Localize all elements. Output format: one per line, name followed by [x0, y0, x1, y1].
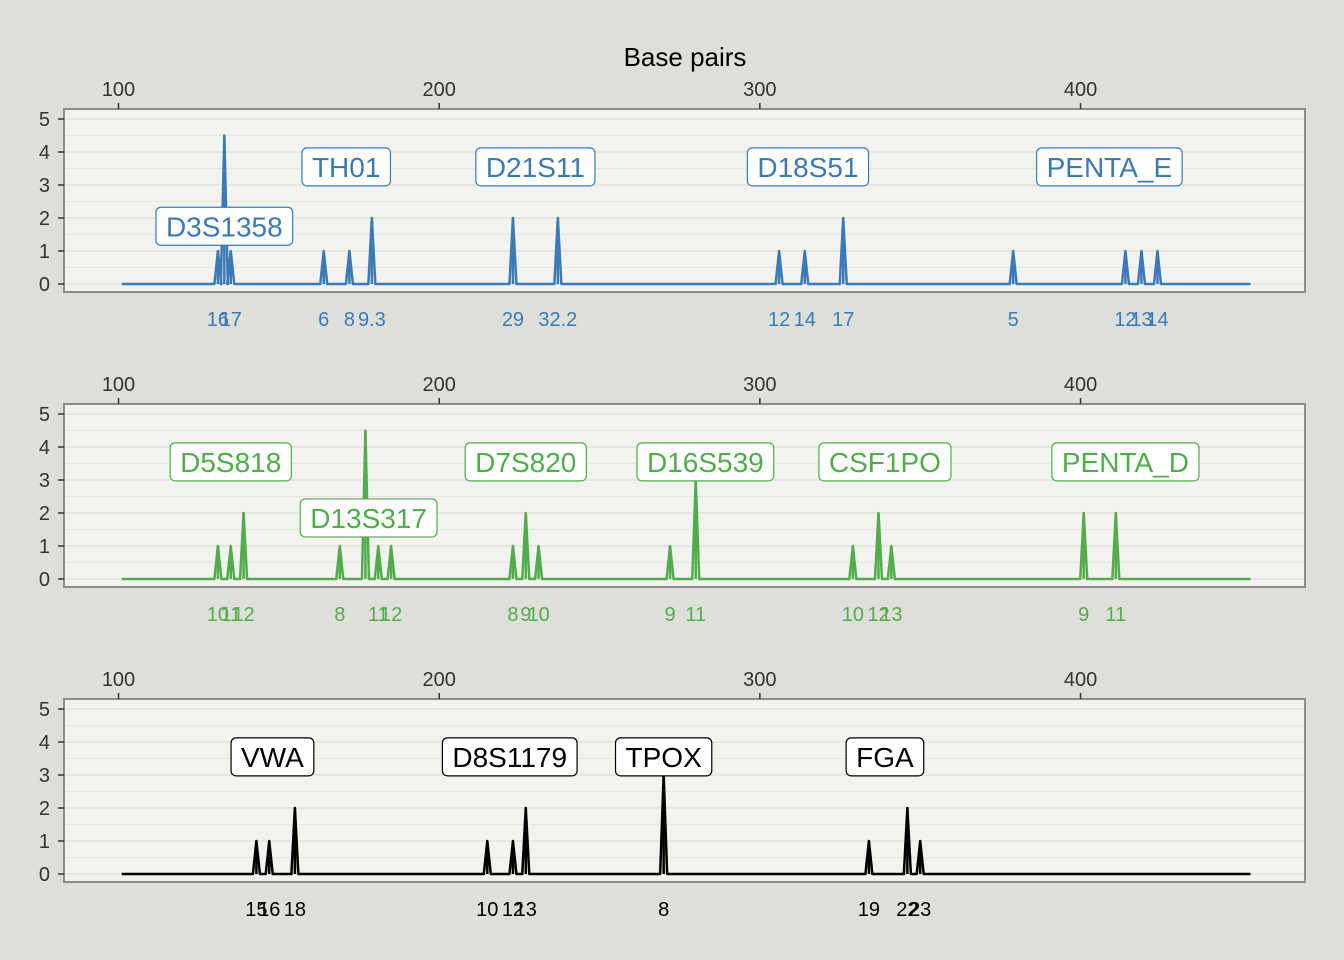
allele-label: 13	[515, 899, 537, 921]
allele-label: 11	[685, 604, 706, 626]
marker-label: D21S11	[475, 147, 596, 187]
marker-label: CSF1PO	[818, 442, 952, 482]
chart-title: Base pairs	[624, 42, 747, 72]
marker-label: PENTA_D	[1051, 442, 1200, 482]
y-tick-label: 5	[39, 699, 50, 721]
allele-label: 13	[880, 604, 902, 626]
marker-label-text: PENTA_D	[1062, 447, 1189, 478]
allele-label: 19	[858, 899, 880, 921]
marker-label-text: D7S820	[475, 447, 576, 478]
marker-label: FGA	[845, 737, 925, 777]
panel-background	[64, 109, 1305, 292]
x-tick-label: 400	[1064, 79, 1097, 101]
panel-2: 100 200 300 400012345101112 8 1112 8 910 9 11 10 12…	[39, 374, 1306, 626]
allele-label: 8	[334, 604, 345, 626]
allele-label: 14	[1146, 309, 1168, 331]
allele-label: 10	[527, 604, 549, 626]
panel-1: 100 200 300 4000123451617 6 8 9.3 29 32.2 12 14 17 5…	[39, 79, 1306, 331]
x-tick-label: 400	[1064, 374, 1097, 396]
y-tick-label: 0	[39, 569, 50, 591]
marker-label: D18S51	[746, 147, 870, 187]
allele-label: 6	[318, 309, 329, 331]
marker-label-text: PENTA_E	[1047, 152, 1173, 183]
panel-background	[64, 699, 1305, 882]
marker-label: D3S1358	[155, 206, 294, 246]
marker-label-text: D16S539	[647, 447, 764, 478]
allele-label: 8	[507, 604, 518, 626]
x-tick-label: 300	[743, 669, 776, 691]
x-tick-label: 200	[422, 79, 455, 101]
allele-label: 16	[258, 899, 280, 921]
marker-label: D13S317	[299, 498, 438, 538]
y-tick-label: 3	[39, 765, 50, 787]
allele-label: 14	[794, 309, 816, 331]
y-tick-label: 4	[39, 437, 50, 459]
allele-label: 32.2	[538, 309, 577, 331]
marker-label-text: TH01	[312, 152, 380, 183]
x-tick-label: 300	[743, 79, 776, 101]
allele-label: 12	[768, 309, 790, 331]
allele-label: 12	[232, 604, 254, 626]
allele-label: 23	[909, 899, 931, 921]
marker-label-text: TPOX	[626, 742, 703, 773]
y-tick-label: 0	[39, 864, 50, 886]
marker-label-text: D3S1358	[166, 211, 283, 242]
marker-label-text: D18S51	[757, 152, 858, 183]
y-tick-label: 2	[39, 503, 50, 525]
marker-label-text: VWA	[241, 742, 304, 773]
marker-label: VWA	[230, 737, 315, 777]
allele-label: 9	[1078, 604, 1089, 626]
allele-label: 11	[1105, 604, 1126, 626]
y-tick-label: 2	[39, 798, 50, 820]
marker-label-text: FGA	[856, 742, 914, 773]
x-tick-label: 300	[743, 374, 776, 396]
x-tick-label: 200	[422, 374, 455, 396]
y-tick-label: 1	[39, 241, 50, 263]
marker-label: D5S818	[169, 442, 292, 482]
marker-label-text: D13S317	[310, 503, 427, 534]
allele-label: 8	[344, 309, 355, 331]
y-tick-label: 4	[39, 732, 50, 754]
y-tick-label: 3	[39, 470, 50, 492]
allele-label: 10	[842, 604, 864, 626]
allele-label: 17	[220, 309, 242, 331]
marker-label: PENTA_E	[1036, 147, 1183, 187]
x-tick-label: 100	[102, 79, 135, 101]
y-tick-label: 5	[39, 404, 50, 426]
allele-label: 9.3	[358, 309, 386, 331]
marker-label-text: D8S1179	[452, 742, 567, 773]
allele-label: 10	[476, 899, 498, 921]
x-tick-label: 100	[102, 669, 135, 691]
marker-label: TH01	[301, 147, 392, 187]
y-tick-label: 0	[39, 274, 50, 296]
allele-label: 12	[380, 604, 402, 626]
y-tick-label: 3	[39, 175, 50, 197]
str-profile-chart: Base pairs 100 200 300 4000123451617 6 8 9.3 29…	[39, 42, 1306, 921]
allele-label: 9	[665, 604, 676, 626]
marker-label: D16S539	[636, 442, 775, 482]
y-tick-label: 1	[39, 831, 50, 853]
allele-label: 17	[832, 309, 854, 331]
y-tick-label: 1	[39, 536, 50, 558]
allele-label: 5	[1008, 309, 1019, 331]
marker-label-text: D5S818	[180, 447, 281, 478]
x-tick-label: 400	[1064, 669, 1097, 691]
marker-label: TPOX	[614, 737, 713, 777]
y-tick-label: 4	[39, 142, 50, 164]
panels: 100 200 300 4000123451617 6 8 9.3 29 32.2 12 14 17 5…	[39, 79, 1306, 921]
allele-label: 8	[658, 899, 669, 921]
marker-label: D8S1179	[441, 737, 578, 777]
y-tick-label: 2	[39, 208, 50, 230]
panel-3: 100 200 300 4000123451516 18 10 1213 8 19 2223VWA…	[39, 669, 1306, 921]
y-tick-label: 5	[39, 109, 50, 131]
marker-label-text: CSF1PO	[829, 447, 941, 478]
x-tick-label: 200	[422, 669, 455, 691]
marker-label-text: D21S11	[486, 152, 585, 183]
x-tick-label: 100	[102, 374, 135, 396]
allele-label: 18	[284, 899, 306, 921]
allele-label: 29	[502, 309, 524, 331]
marker-label: D7S820	[464, 442, 587, 482]
